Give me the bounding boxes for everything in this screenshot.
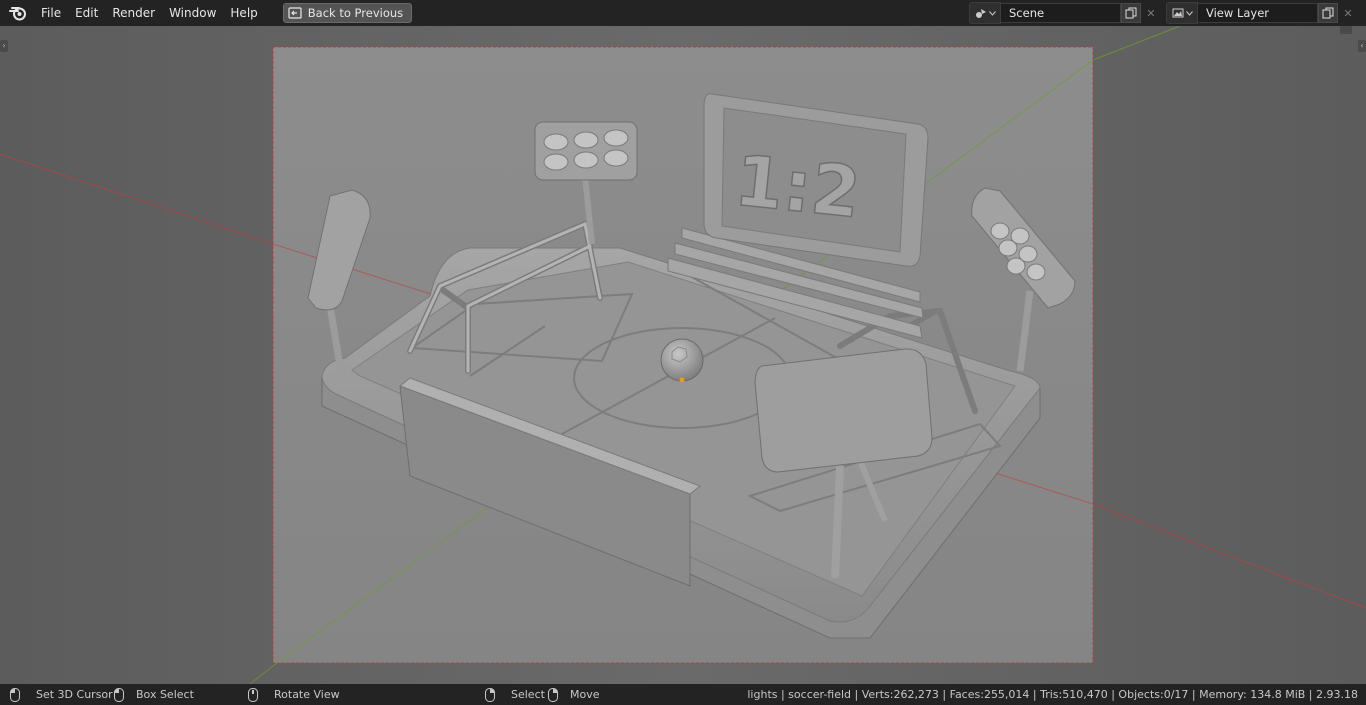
top-menu-bar: File Edit Render Window Help Back to Pre…: [0, 0, 1366, 26]
viewport-scene[interactable]: 1:2: [0, 26, 1366, 684]
scene-statistics: lights | soccer-field | Verts:262,273 | …: [747, 688, 1358, 701]
render-layers-icon: [1172, 8, 1183, 18]
hint-label: Select: [511, 688, 545, 701]
menu-window[interactable]: Window: [162, 2, 223, 24]
hint-label: Rotate View: [274, 688, 340, 701]
view-layer-type-dropdown[interactable]: [1166, 2, 1198, 24]
remove-scene-button[interactable]: ✕: [1141, 3, 1161, 23]
back-screen-icon: [288, 7, 302, 19]
remove-view-layer-button[interactable]: ✕: [1338, 3, 1358, 23]
close-icon: ✕: [1146, 6, 1156, 20]
menu-help[interactable]: Help: [223, 2, 264, 24]
back-to-previous-button[interactable]: Back to Previous: [282, 3, 413, 23]
scoreboard-score: 1:2: [731, 139, 864, 234]
back-to-previous-label: Back to Previous: [307, 6, 404, 20]
new-view-layer-button[interactable]: [1318, 3, 1338, 23]
menu-edit[interactable]: Edit: [68, 2, 105, 24]
close-icon: ✕: [1343, 6, 1353, 20]
hint-select: Select: [485, 684, 545, 705]
hint-label: Box Select: [136, 688, 194, 701]
mouse-right-click-icon: [485, 687, 495, 702]
hint-set-3d-cursor: Set 3D Cursor: [10, 684, 113, 705]
header-collapse-toggle[interactable]: ˇ: [1340, 26, 1352, 34]
right-sidebar-toggle[interactable]: ‹: [1358, 40, 1366, 52]
view-layer-name-field[interactable]: View Layer: [1198, 3, 1318, 23]
new-scene-button[interactable]: [1121, 3, 1141, 23]
3d-viewport[interactable]: 1:2 › ‹ ˇ: [0, 26, 1366, 684]
hint-rotate-view: Rotate View: [248, 684, 340, 705]
left-toolbar-toggle[interactable]: ›: [0, 40, 8, 52]
hint-label: Set 3D Cursor: [36, 688, 113, 701]
chevron-left-icon: ‹: [1360, 41, 1364, 50]
mouse-left-click-icon: [10, 687, 20, 702]
scene-selector: Scene ✕: [969, 2, 1161, 24]
chevron-down-icon: [1185, 10, 1193, 16]
chevron-right-icon: ›: [2, 41, 6, 50]
duplicate-icon: [1125, 7, 1137, 19]
scene-type-dropdown[interactable]: [969, 2, 1001, 24]
hint-box-select: Box Select: [114, 684, 194, 705]
blender-logo-icon[interactable]: [8, 3, 28, 23]
hint-label: Move: [570, 688, 600, 701]
scene-icon: [975, 9, 986, 18]
mouse-drag-icon: [114, 687, 124, 702]
menu-file[interactable]: File: [34, 2, 68, 24]
scene-name-field[interactable]: Scene: [1001, 3, 1121, 23]
status-bar: Set 3D Cursor Box Select Rotate View Sel…: [0, 684, 1366, 705]
menu-render[interactable]: Render: [105, 2, 162, 24]
chevron-down-icon: [988, 10, 996, 16]
mouse-right-drag-icon: [548, 687, 558, 702]
mouse-middle-click-icon: [248, 687, 258, 702]
object-origin: [679, 377, 685, 383]
hint-move: Move: [548, 684, 600, 705]
chevron-down-icon: ˇ: [1344, 26, 1348, 33]
duplicate-icon: [1322, 7, 1334, 19]
view-layer-selector: View Layer ✕: [1166, 2, 1358, 24]
